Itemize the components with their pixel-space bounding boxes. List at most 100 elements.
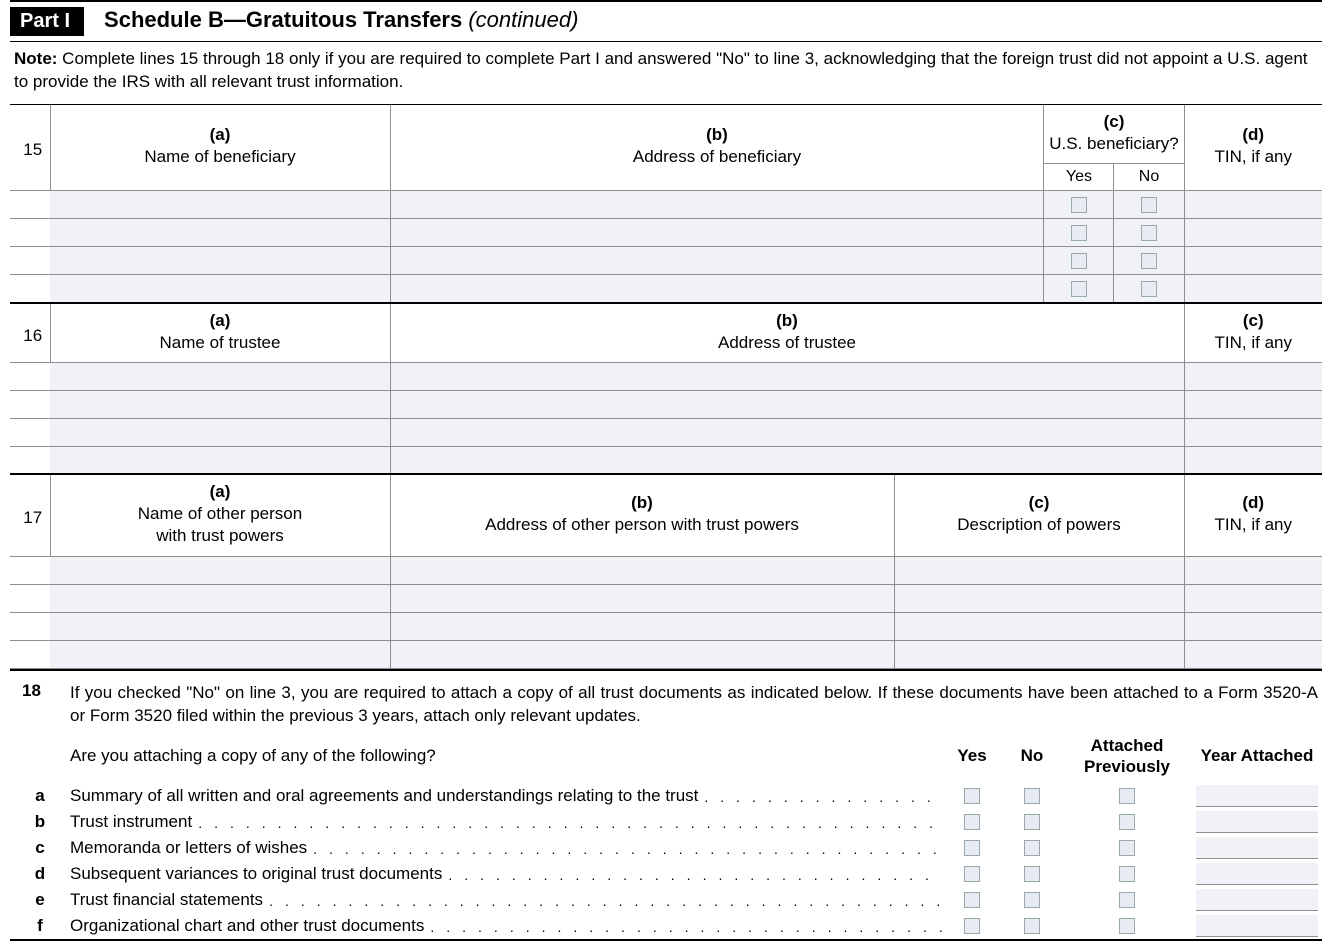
tin-input[interactable] xyxy=(1184,640,1322,668)
col-15b-header: (b) Address of beneficiary xyxy=(390,105,1044,191)
item-d-label: Subsequent variances to original trust d… xyxy=(70,864,942,884)
tin-input[interactable] xyxy=(1184,556,1322,584)
line-18-section: 18 If you checked "No" on line 3, you ar… xyxy=(10,669,1322,937)
tin-input[interactable] xyxy=(1184,612,1322,640)
us-beneficiary-yes-checkbox[interactable] xyxy=(1071,253,1087,269)
line-16-table: 16 (a) Name of trustee (b) Address of tr… xyxy=(10,304,1322,476)
item-a-year-input[interactable] xyxy=(1196,785,1318,807)
trustee-address-input[interactable] xyxy=(390,390,1184,418)
line-15-table: 15 (a) Name of beneficiary (b) Address o… xyxy=(10,105,1322,304)
beneficiary-address-input[interactable] xyxy=(390,247,1044,275)
item-f-no-checkbox[interactable] xyxy=(1024,918,1040,934)
us-beneficiary-no-checkbox[interactable] xyxy=(1141,197,1157,213)
beneficiary-address-input[interactable] xyxy=(390,219,1044,247)
table-row xyxy=(10,556,1322,584)
tin-input[interactable] xyxy=(1184,418,1322,446)
item-f-year-input[interactable] xyxy=(1196,915,1318,937)
col-15c-header: (c) U.S. beneficiary? xyxy=(1044,105,1184,164)
item-b-yes-checkbox[interactable] xyxy=(964,814,980,830)
col-yes-header: Yes xyxy=(942,746,1002,770)
us-beneficiary-no-checkbox[interactable] xyxy=(1141,253,1157,269)
beneficiary-address-input[interactable] xyxy=(390,191,1044,219)
item-a-prev-checkbox[interactable] xyxy=(1119,788,1135,804)
other-person-address-input[interactable] xyxy=(390,556,894,584)
item-c-year-input[interactable] xyxy=(1196,837,1318,859)
us-beneficiary-yes-checkbox[interactable] xyxy=(1071,225,1087,241)
tin-input[interactable] xyxy=(1184,446,1322,474)
line-15-number: 15 xyxy=(10,105,50,191)
beneficiary-address-input[interactable] xyxy=(390,275,1044,303)
item-c-yes-checkbox[interactable] xyxy=(964,840,980,856)
trustee-name-input[interactable] xyxy=(50,390,390,418)
us-beneficiary-no-checkbox[interactable] xyxy=(1141,225,1157,241)
item-b-prev-checkbox[interactable] xyxy=(1119,814,1135,830)
table-row xyxy=(10,247,1322,275)
item-e-yes-checkbox[interactable] xyxy=(964,892,980,908)
other-person-name-input[interactable] xyxy=(50,612,390,640)
table-row xyxy=(10,362,1322,390)
item-e-letter: e xyxy=(10,890,70,910)
beneficiary-name-input[interactable] xyxy=(50,219,390,247)
item-d-yes-checkbox[interactable] xyxy=(964,866,980,882)
item-a-no-checkbox[interactable] xyxy=(1024,788,1040,804)
tin-input[interactable] xyxy=(1184,584,1322,612)
schedule-title: Schedule B—Gratuitous Transfers xyxy=(104,7,462,32)
other-person-address-input[interactable] xyxy=(390,640,894,668)
powers-description-input[interactable] xyxy=(894,584,1184,612)
item-d-year-input[interactable] xyxy=(1196,863,1318,885)
trustee-name-input[interactable] xyxy=(50,418,390,446)
schedule-title-suffix: (continued) xyxy=(462,7,578,32)
us-beneficiary-no-checkbox[interactable] xyxy=(1141,281,1157,297)
powers-description-input[interactable] xyxy=(894,556,1184,584)
tin-input[interactable] xyxy=(1184,247,1322,275)
line-16-number: 16 xyxy=(10,304,50,363)
item-b-no-checkbox[interactable] xyxy=(1024,814,1040,830)
trustee-name-input[interactable] xyxy=(50,446,390,474)
item-c-no-checkbox[interactable] xyxy=(1024,840,1040,856)
trustee-name-input[interactable] xyxy=(50,362,390,390)
table-row xyxy=(10,219,1322,247)
item-d-no-checkbox[interactable] xyxy=(1024,866,1040,882)
item-b-label: Trust instrument .......................… xyxy=(70,812,942,832)
beneficiary-name-input[interactable] xyxy=(50,275,390,303)
trustee-address-input[interactable] xyxy=(390,446,1184,474)
col-year-header: Year Attached xyxy=(1192,746,1322,770)
table-row xyxy=(10,418,1322,446)
note-text: Complete lines 15 through 18 only if you… xyxy=(14,49,1308,91)
tin-input[interactable] xyxy=(1184,219,1322,247)
item-a-yes-checkbox[interactable] xyxy=(964,788,980,804)
item-e-prev-checkbox[interactable] xyxy=(1119,892,1135,908)
beneficiary-name-input[interactable] xyxy=(50,247,390,275)
item-f-label: Organizational chart and other trust doc… xyxy=(70,916,942,936)
item-a-letter: a xyxy=(10,786,70,806)
beneficiary-name-input[interactable] xyxy=(50,191,390,219)
trustee-address-input[interactable] xyxy=(390,362,1184,390)
powers-description-input[interactable] xyxy=(894,612,1184,640)
item-d-prev-checkbox[interactable] xyxy=(1119,866,1135,882)
item-b-year-input[interactable] xyxy=(1196,811,1318,833)
powers-description-input[interactable] xyxy=(894,640,1184,668)
trustee-address-input[interactable] xyxy=(390,418,1184,446)
us-beneficiary-yes-checkbox[interactable] xyxy=(1071,197,1087,213)
line-18-intro-text: If you checked "No" on line 3, you are r… xyxy=(70,681,1322,729)
tin-input[interactable] xyxy=(1184,390,1322,418)
item-e-year-input[interactable] xyxy=(1196,889,1318,911)
item-f-yes-checkbox[interactable] xyxy=(964,918,980,934)
line-17-table: 17 (a) Name of other person with trust p… xyxy=(10,475,1322,668)
other-person-name-input[interactable] xyxy=(50,640,390,668)
line-17-number: 17 xyxy=(10,475,50,556)
other-person-address-input[interactable] xyxy=(390,612,894,640)
col-17c-header: (c) Description of powers xyxy=(894,475,1184,556)
tin-input[interactable] xyxy=(1184,362,1322,390)
col-15c-no: No xyxy=(1114,164,1184,191)
item-f-prev-checkbox[interactable] xyxy=(1119,918,1135,934)
us-beneficiary-yes-checkbox[interactable] xyxy=(1071,281,1087,297)
other-person-address-input[interactable] xyxy=(390,584,894,612)
item-e-no-checkbox[interactable] xyxy=(1024,892,1040,908)
item-c-prev-checkbox[interactable] xyxy=(1119,840,1135,856)
tin-input[interactable] xyxy=(1184,275,1322,303)
line-18-question: Are you attaching a copy of any of the f… xyxy=(70,746,942,772)
tin-input[interactable] xyxy=(1184,191,1322,219)
other-person-name-input[interactable] xyxy=(50,556,390,584)
other-person-name-input[interactable] xyxy=(50,584,390,612)
